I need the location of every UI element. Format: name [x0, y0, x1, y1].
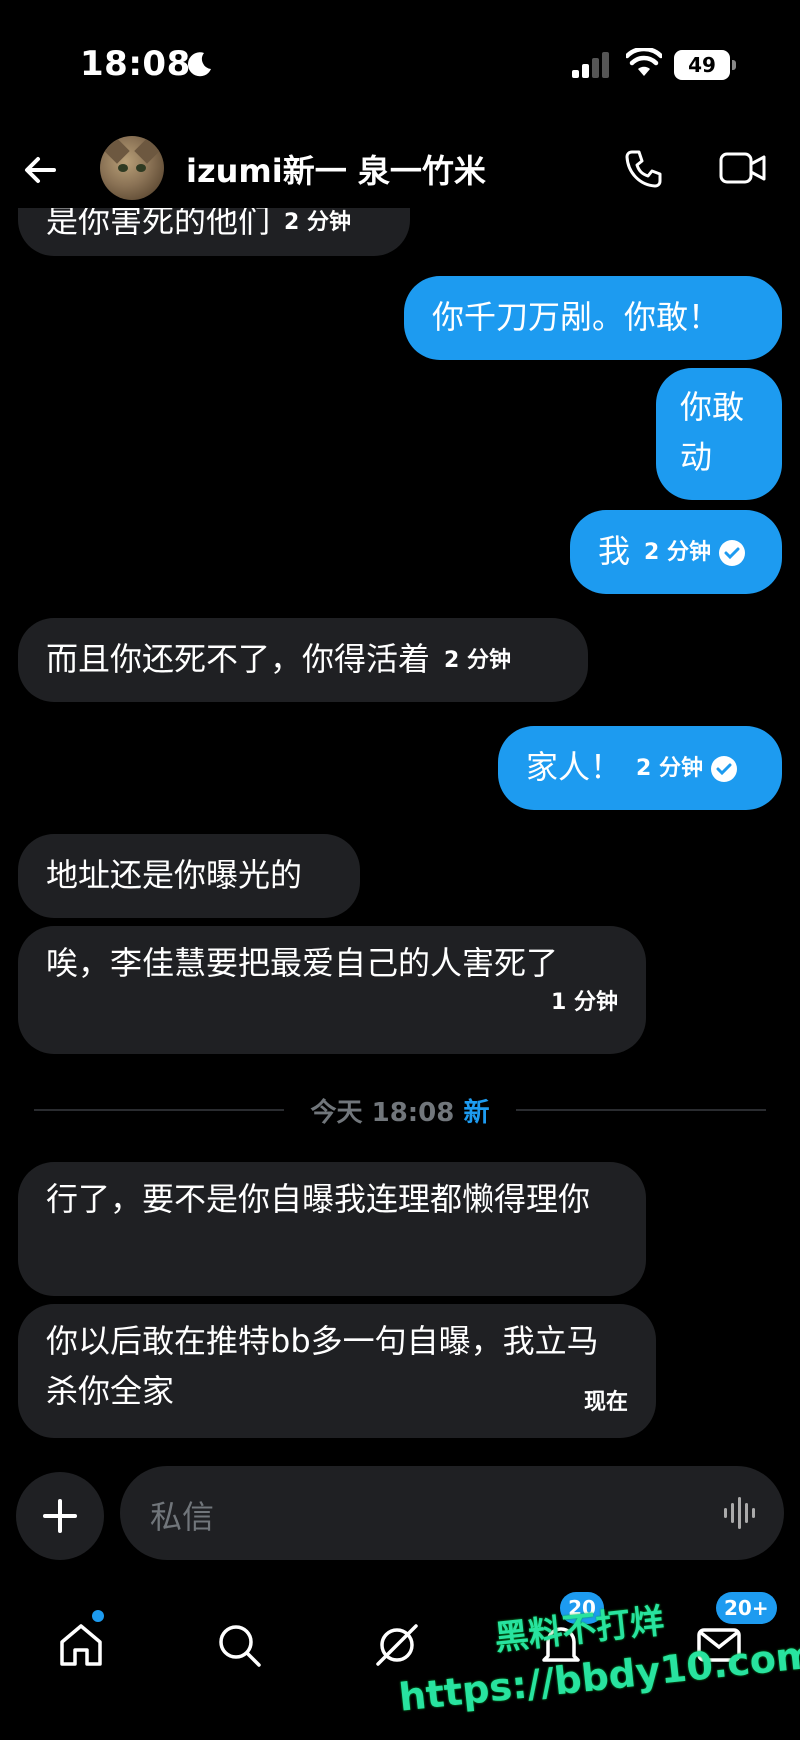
- message-bubble-incoming[interactable]: 行了，要不是你自曝我连理都懒得理你: [18, 1162, 646, 1296]
- voice-message-icon[interactable]: [722, 1494, 762, 1532]
- video-call-icon[interactable]: [718, 148, 768, 188]
- messages-badge: 20+: [716, 1592, 777, 1624]
- message-text: 你以后敢在推特bb多一句自曝，我立马杀你全家: [46, 1322, 599, 1410]
- message-text: 家人！: [526, 748, 623, 786]
- avatar[interactable]: [100, 136, 164, 200]
- divider-date: 今天 18:08: [310, 1098, 455, 1128]
- message-timestamp: 2 分钟: [636, 756, 703, 781]
- message-timestamp: 2 分钟: [644, 540, 711, 565]
- message-list[interactable]: 是你害死的他们 2 分钟 你千刀万剐。你敢！ 你敢动 我 2 分钟 而且你还死不了，…: [0, 208, 800, 1438]
- message-bubble-outgoing[interactable]: 我 2 分钟: [570, 510, 782, 594]
- status-bar: 18:08 49: [0, 0, 800, 120]
- search-icon[interactable]: [214, 1620, 264, 1670]
- home-icon[interactable]: [56, 1620, 106, 1670]
- new-label: 新: [463, 1098, 490, 1128]
- message-timestamp: 1 分钟: [551, 990, 618, 1015]
- moon-icon: [187, 52, 211, 77]
- message-text: 行了，要不是你自曝我连理都懒得理你: [46, 1180, 591, 1218]
- message-text: 地址还是你曝光的: [46, 856, 303, 894]
- message-text: 唉，李佳慧要把最爱自己的人害死了: [46, 944, 559, 982]
- grok-icon[interactable]: [372, 1620, 422, 1670]
- message-bubble-outgoing[interactable]: 家人！ 2 分钟: [498, 726, 782, 810]
- back-arrow-icon[interactable]: [18, 148, 62, 192]
- message-input[interactable]: 私信: [150, 1492, 214, 1538]
- cellular-signal-icon: [572, 52, 609, 78]
- message-text: 而且你还死不了，你得活着: [46, 640, 431, 678]
- message-bubble-outgoing[interactable]: 你敢动: [656, 368, 782, 500]
- add-attachment-button[interactable]: [16, 1472, 104, 1560]
- date-divider: 今天 18:08 新: [34, 1090, 766, 1130]
- message-bubble-incoming[interactable]: 而且你还死不了，你得活着 2 分钟: [18, 618, 588, 702]
- home-notification-dot: [92, 1610, 104, 1622]
- read-check-icon: [710, 756, 737, 782]
- message-bubble-incoming[interactable]: 你以后敢在推特bb多一句自曝，我立马杀你全家 现在: [18, 1304, 656, 1438]
- message-text: 你敢动: [680, 388, 745, 476]
- message-timestamp: 2 分钟: [444, 648, 511, 673]
- message-text: 你千刀万剐。你敢！: [432, 298, 721, 336]
- message-bubble-incoming[interactable]: 是你害死的他们 2 分钟: [18, 208, 410, 256]
- message-bubble-incoming[interactable]: 地址还是你曝光的: [18, 834, 360, 918]
- phone-call-icon[interactable]: [622, 146, 666, 190]
- message-timestamp: 现在: [583, 1390, 628, 1415]
- status-time: 18:08: [80, 44, 191, 84]
- read-check-icon: [718, 540, 745, 566]
- wifi-icon: [626, 48, 662, 76]
- message-text: 我: [598, 532, 631, 570]
- bottom-navigation: 20 20+ 黑料不打烊 https://bbdy10.com: [0, 1580, 800, 1740]
- conversation-header: izumi新一 泉一竹米: [0, 128, 800, 208]
- battery-indicator: 49: [674, 50, 736, 80]
- message-bubble-outgoing[interactable]: 你千刀万剐。你敢！: [404, 276, 782, 360]
- message-composer[interactable]: 私信: [120, 1466, 784, 1560]
- message-text: 是你害死的他们: [46, 208, 271, 240]
- contact-name[interactable]: izumi新一 泉一竹米: [186, 146, 486, 192]
- message-timestamp: 2 分钟: [284, 210, 351, 235]
- message-bubble-incoming[interactable]: 唉，李佳慧要把最爱自己的人害死了 1 分钟: [18, 926, 646, 1054]
